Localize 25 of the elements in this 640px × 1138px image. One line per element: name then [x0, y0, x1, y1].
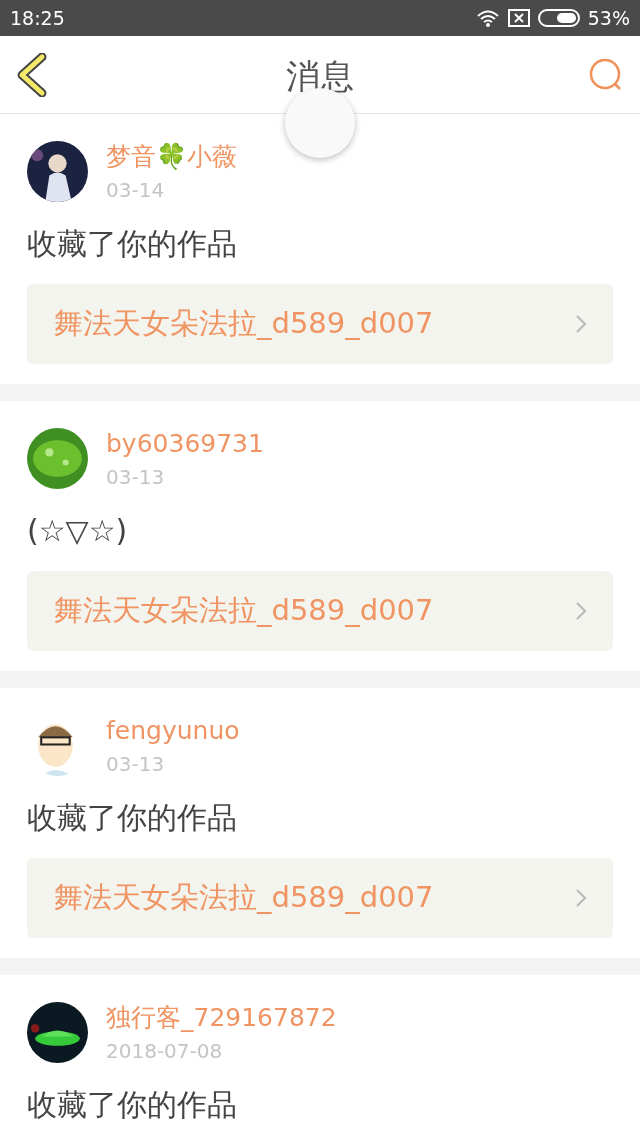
work-link[interactable]: 舞法天女朵法拉_d589_d007	[27, 858, 613, 938]
chevron-icon	[575, 601, 587, 621]
message-text: (☆▽☆)	[27, 512, 129, 550]
sim-icon	[507, 9, 530, 27]
work-link[interactable]: 舞法天女朵法拉_d589_d007	[27, 571, 613, 651]
user-name[interactable]: fengyunuo	[106, 715, 240, 746]
work-link[interactable]: 舞法天女朵法拉_d589_d007	[27, 284, 613, 364]
chevron-icon	[575, 314, 587, 334]
chevron-icon	[575, 888, 587, 908]
message-date: 03-13	[106, 751, 166, 776]
message-date: 2018-07-08	[106, 1038, 224, 1063]
battery-icon	[537, 9, 580, 27]
message-text: 收藏了你的作品	[27, 1086, 238, 1124]
message-text: 收藏了你的作品	[27, 225, 238, 263]
message-text: 收藏了你的作品	[27, 799, 238, 837]
wifi-icon	[475, 9, 500, 27]
message-date: 03-14	[106, 177, 166, 202]
battery-level: 53%	[587, 7, 630, 29]
back-icon[interactable]	[16, 52, 48, 97]
user-name[interactable]: 独行客_729167872	[106, 1002, 337, 1033]
page-title: 消息	[286, 55, 354, 98]
user-name[interactable]: by60369731	[106, 428, 264, 459]
clock: 18:25	[10, 7, 65, 29]
user-name[interactable]: 梦音🍀小薇	[106, 141, 237, 172]
message-date: 03-13	[106, 464, 166, 489]
